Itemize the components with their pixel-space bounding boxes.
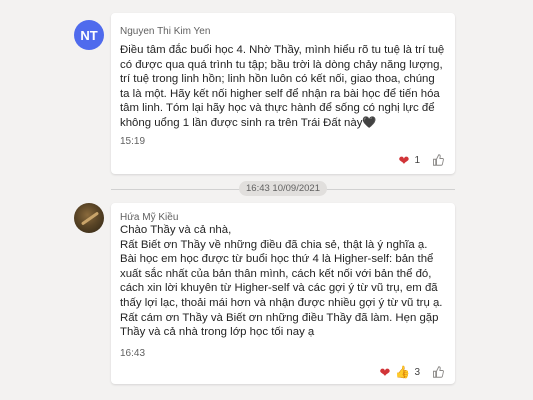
message-paragraph: Chào Thầy và cả nhà, <box>120 224 232 236</box>
reaction-count: 1 <box>414 154 420 166</box>
message-paragraph: Rất cám ơn Thầy và Biết ơn những điều Th… <box>120 311 439 339</box>
message-body: Chào Thầy và cả nhà, Rất Biết ơn Thầy về… <box>120 223 445 340</box>
message-card: Hứa Mỹ Kiều Chào Thầy và cả nhà, Rất Biế… <box>111 203 455 384</box>
thumbs-up-icon[interactable]: 👍 <box>395 365 410 379</box>
thumbs-up-icon[interactable] <box>431 365 445 379</box>
message-author[interactable]: Hứa Mỹ Kiều <box>120 212 178 223</box>
avatar-photo <box>80 211 100 226</box>
message-timestamp: 15:19 <box>120 136 146 147</box>
date-divider: 16:43 10/09/2021 <box>111 181 455 197</box>
message-body: Điều tâm đắc buổi học 4. Nhờ Thầy, mình … <box>120 43 445 131</box>
message-card: Nguyen Thi Kim Yen Điều tâm đắc buổi học… <box>111 13 455 174</box>
avatar-initials: NT <box>80 27 98 43</box>
message-timestamp: 16:43 <box>120 348 146 359</box>
message-paragraph: Bài học em học được từ buổi học thứ 4 là… <box>120 253 443 309</box>
heart-icon[interactable]: ❤ <box>399 154 410 167</box>
heart-icon[interactable]: ❤ <box>380 366 391 379</box>
message-paragraph: Rất Biết ơn Thầy về những điều đã chia s… <box>120 238 428 251</box>
message-paragraph: Điều tâm đắc buổi học 4. Nhờ Thầy, mình … <box>120 44 445 129</box>
reaction-count: 3 <box>414 366 420 378</box>
date-divider-label: 16:43 10/09/2021 <box>239 181 327 196</box>
thumbs-up-icon[interactable] <box>431 153 445 167</box>
reactions-bar: ❤ 1 <box>399 153 445 167</box>
avatar[interactable]: NT <box>74 20 104 50</box>
message-author[interactable]: Nguyen Thi Kim Yen <box>120 26 210 37</box>
reactions-bar: ❤ 👍 3 <box>380 365 445 379</box>
avatar[interactable] <box>74 203 104 233</box>
